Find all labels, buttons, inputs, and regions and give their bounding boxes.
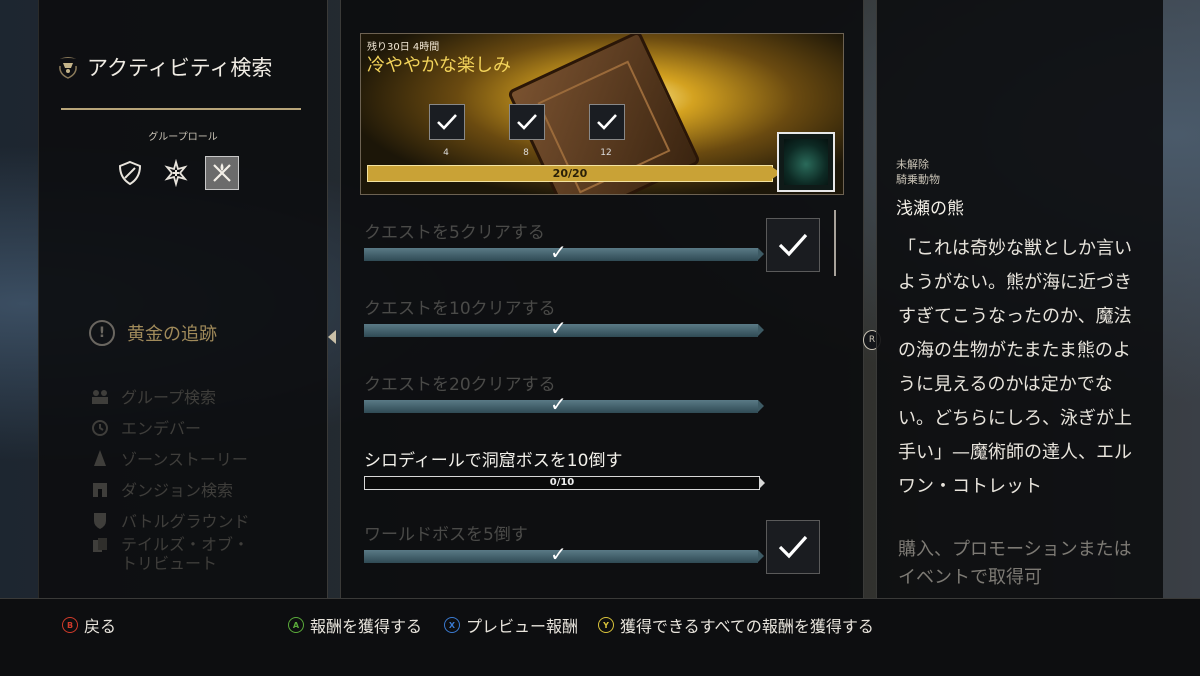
quest-name: シロディールで洞窟ボスを10倒す xyxy=(364,451,623,471)
battleground-icon xyxy=(89,510,111,530)
pursuit-progress-bar: 20/20 xyxy=(367,165,781,182)
tier-threshold: 4 xyxy=(443,148,449,158)
nav-item-zone-stories[interactable]: ゾーンストーリー xyxy=(89,442,249,473)
nav-item-tales-of-tribute[interactable]: テイルズ・オブ・ トリビュート xyxy=(89,535,249,577)
checkmark-icon xyxy=(509,104,545,140)
button-prompt-bar: B 戻る A 報酬を獲得する X プレビュー報酬 Y 獲得できるすべての報酬を獲… xyxy=(0,598,1200,676)
quest-progress-text: 0/10 xyxy=(549,477,575,488)
nav-label: ダンジョン検索 xyxy=(121,480,234,500)
group-role-label: グループロール xyxy=(148,132,218,143)
tank-role-button[interactable] xyxy=(113,156,147,190)
shield-icon xyxy=(118,160,142,186)
reward-name: 浅瀬の熊 xyxy=(896,199,964,219)
tier-reward[interactable]: 8 xyxy=(509,104,545,158)
endeavor-icon xyxy=(89,417,111,437)
reward-description: 「これは奇妙な獣としか言いようがない。熊が海に近づきすぎてこうなったのか、魔法の… xyxy=(898,238,1132,497)
a-button-icon: A xyxy=(288,617,304,633)
title-divider xyxy=(61,108,301,110)
scrollbar[interactable] xyxy=(834,210,836,276)
checkmark-icon: ✓ xyxy=(550,240,567,264)
nav-item-endeavors[interactable]: エンデバー xyxy=(89,411,249,442)
checkmark-icon xyxy=(429,104,465,140)
pursuit-banner: 残り30日 4時間 冷ややかな楽しみ 4 8 12 20/20 xyxy=(360,33,844,195)
checkmark-icon: ✓ xyxy=(550,316,567,340)
quest-progress-bar: ✓ xyxy=(364,242,764,262)
nav-label: テイルズ・オブ・ トリビュート xyxy=(121,535,250,573)
collapse-arrow-icon[interactable] xyxy=(328,330,336,344)
list-item[interactable]: クエストを5クリアする ✓ xyxy=(364,218,834,272)
quest-name: クエストを10クリアする xyxy=(364,299,556,319)
list-item[interactable]: クエストを10クリアする ✓ xyxy=(364,294,834,338)
tier-reward[interactable]: 4 xyxy=(429,104,465,158)
quest-reward-checkmark-icon[interactable] xyxy=(766,218,820,272)
list-item[interactable]: クエストを20クリアする ✓ xyxy=(364,370,834,414)
checkmark-icon: ✓ xyxy=(550,392,567,416)
quest-progress-bar: ✓ xyxy=(364,318,764,338)
nav-label: グループ検索 xyxy=(121,387,217,407)
activity-nav-list: グループ検索 エンデバー ゾーンストーリー ダンジョン検索 バトルグラウンド テ… xyxy=(89,380,249,577)
nav-label: ゾーンストーリー xyxy=(121,449,248,469)
quest-name: クエストを5クリアする xyxy=(364,223,545,243)
claim-all-label: 獲得できるすべての報酬を獲得する xyxy=(620,617,874,636)
nav-label: バトルグラウンド xyxy=(121,511,250,531)
damage-icon xyxy=(213,163,231,182)
acquisition-note: 購入、プロモーションまたはイベントで取得可 xyxy=(898,539,1132,588)
progress-text: 20/20 xyxy=(552,167,588,180)
activity-finder-icon xyxy=(58,57,78,79)
y-button-icon: Y xyxy=(598,617,614,633)
dps-role-button[interactable] xyxy=(205,156,239,190)
quest-reward-checkmark-icon[interactable] xyxy=(766,520,820,574)
list-item[interactable]: ワールドボスを5倒す ✓ xyxy=(364,520,834,574)
quest-progress-bar: 0/10 xyxy=(364,476,765,490)
back-label: 戻る xyxy=(84,617,117,636)
page-title: アクティビティ検索 xyxy=(87,56,273,80)
tier-threshold: 8 xyxy=(523,148,529,158)
quest-progress-bar: ✓ xyxy=(364,544,764,564)
activity-finder-panel: アクティビティ検索 グループロール ! 黄金の追跡 グループ検索 エンデバー ゾ… xyxy=(38,0,328,598)
x-button-icon: X xyxy=(444,617,460,633)
pursuit-title: 冷ややかな楽しみ xyxy=(367,55,511,76)
back-prompt[interactable]: B 戻る xyxy=(62,613,116,637)
reward-status: 未解除 騎乗動物 xyxy=(896,157,940,187)
b-button-icon: B xyxy=(62,617,78,633)
nav-label: エンデバー xyxy=(121,418,202,438)
tier-threshold: 12 xyxy=(600,148,612,158)
nav-item-group-finder[interactable]: グループ検索 xyxy=(89,380,249,411)
reward-category: 騎乗動物 xyxy=(896,173,940,186)
preview-reward-prompt[interactable]: X プレビュー報酬 xyxy=(444,613,578,637)
list-item[interactable]: シロディールで洞窟ボスを10倒す 0/10 xyxy=(364,446,834,490)
final-reward-slot[interactable] xyxy=(777,132,835,192)
lock-status: 未解除 xyxy=(896,158,929,171)
section-label: 黄金の追跡 xyxy=(127,324,217,345)
checkmark-icon xyxy=(589,104,625,140)
claim-reward-prompt[interactable]: A 報酬を獲得する xyxy=(288,613,422,637)
title-row: アクティビティ検索 xyxy=(55,52,272,82)
preview-label: プレビュー報酬 xyxy=(466,617,579,636)
golden-pursuits-header[interactable]: ! 黄金の追跡 xyxy=(89,320,217,346)
tribute-icon xyxy=(89,535,111,555)
bear-mount-icon xyxy=(784,139,828,185)
quest-progress-bar: ✓ xyxy=(364,394,764,414)
healer-icon xyxy=(164,159,188,187)
healer-role-button[interactable] xyxy=(159,156,193,190)
dungeon-icon xyxy=(89,479,111,499)
exclamation-icon: ! xyxy=(89,320,115,346)
nav-item-battlegrounds[interactable]: バトルグラウンド xyxy=(89,504,249,535)
zone-story-icon xyxy=(89,448,111,468)
tier-reward[interactable]: 12 xyxy=(589,104,625,158)
claim-all-prompt[interactable]: Y 獲得できるすべての報酬を獲得する xyxy=(598,613,874,637)
nav-item-dungeon-finder[interactable]: ダンジョン検索 xyxy=(89,473,249,504)
role-selector xyxy=(113,156,239,190)
checkmark-icon: ✓ xyxy=(550,542,567,566)
quest-name: クエストを20クリアする xyxy=(364,375,556,395)
group-icon xyxy=(89,386,111,406)
claim-label: 報酬を獲得する xyxy=(310,617,423,636)
quest-name: ワールドボスを5倒す xyxy=(364,525,528,545)
